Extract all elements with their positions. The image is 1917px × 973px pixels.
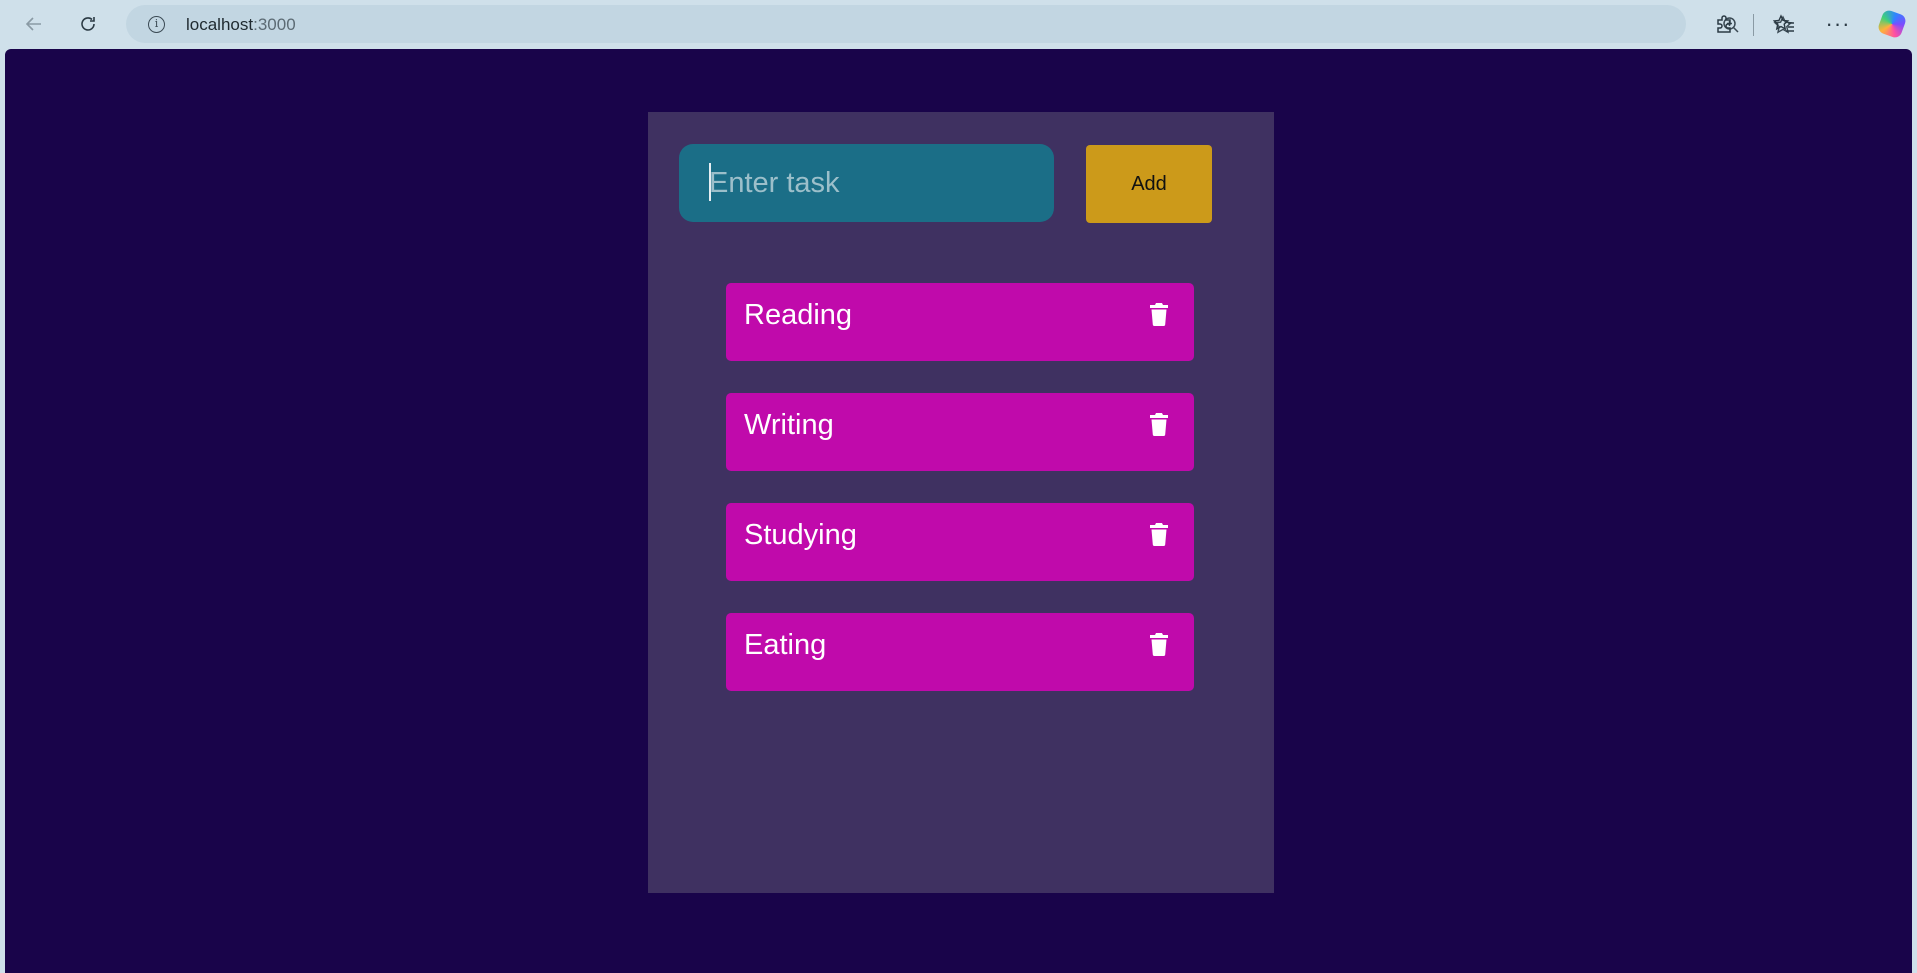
trash-icon xyxy=(1150,303,1168,326)
more-icon: ··· xyxy=(1825,11,1851,36)
favorites-button[interactable] xyxy=(1768,8,1800,40)
trash-icon xyxy=(1150,633,1168,656)
task-item: Writing xyxy=(726,393,1194,471)
reload-icon xyxy=(81,17,95,31)
url-text[interactable]: localhost:3000 xyxy=(186,15,296,35)
trash-icon xyxy=(1150,523,1168,546)
more-button[interactable]: ··· xyxy=(1822,8,1854,40)
favorites-icon xyxy=(1773,14,1794,32)
url-host: localhost xyxy=(186,15,254,34)
info-icon[interactable]: i xyxy=(148,16,165,33)
task-input[interactable] xyxy=(679,144,1054,222)
copilot-icon xyxy=(1876,8,1908,40)
task-label: Eating xyxy=(744,629,827,661)
task-label: Studying xyxy=(744,519,857,551)
address-bar[interactable]: i localhost:3000 xyxy=(126,5,1793,43)
text-caret xyxy=(709,163,711,201)
task-label: Reading xyxy=(744,299,853,331)
url-port: :3000 xyxy=(253,15,296,34)
toolbar-divider xyxy=(1753,14,1754,36)
delete-button[interactable] xyxy=(1146,303,1172,333)
browser-toolbar: i localhost:3000 ··· xyxy=(0,0,1917,48)
page-viewport: Add Reading Writing Studying xyxy=(5,49,1912,973)
extensions-icon xyxy=(1717,15,1731,33)
add-button[interactable]: Add xyxy=(1086,145,1212,223)
task-item: Studying xyxy=(726,503,1194,581)
task-list: Reading Writing Studying Eating xyxy=(726,283,1194,723)
delete-button[interactable] xyxy=(1146,633,1172,663)
task-item: Reading xyxy=(726,283,1194,361)
delete-button[interactable] xyxy=(1146,523,1172,553)
back-button[interactable] xyxy=(18,8,50,40)
task-label: Writing xyxy=(744,409,834,441)
trash-icon xyxy=(1150,413,1168,436)
extensions-button[interactable] xyxy=(1708,8,1740,40)
todo-card: Add Reading Writing Studying xyxy=(648,112,1274,893)
reload-button[interactable] xyxy=(72,8,104,40)
task-item: Eating xyxy=(726,613,1194,691)
copilot-button[interactable] xyxy=(1876,8,1908,40)
back-arrow-icon xyxy=(25,17,41,31)
delete-button[interactable] xyxy=(1146,413,1172,443)
